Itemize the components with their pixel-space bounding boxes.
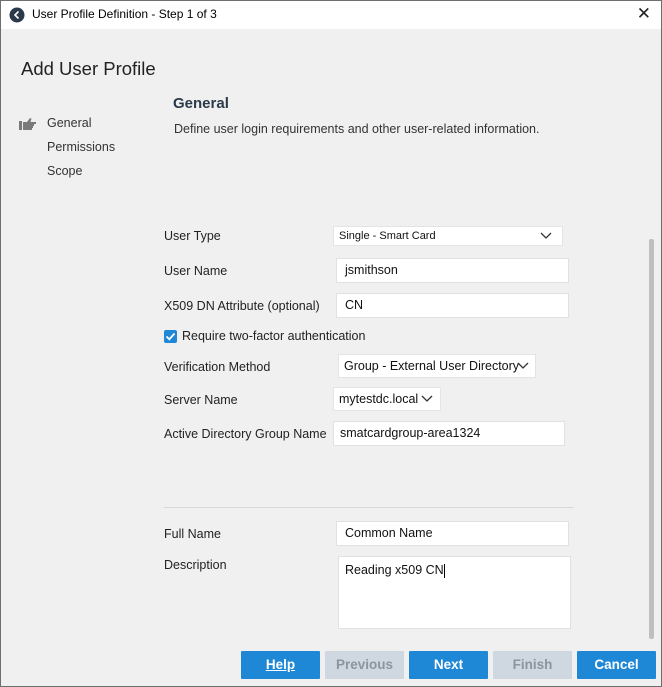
section-title: General [173, 95, 229, 112]
text-cursor [443, 563, 445, 578]
nav-item-general[interactable]: General [47, 116, 91, 130]
x509-input[interactable]: CN [336, 293, 569, 318]
description-label: Description [164, 558, 227, 572]
user-type-select[interactable]: Single - Smart Card [333, 226, 563, 246]
nav-item-permissions[interactable]: Permissions [47, 140, 115, 154]
dialog-content: Add User Profile General Permissions Sco… [1, 29, 661, 686]
nav-item-scope[interactable]: Scope [47, 164, 82, 178]
title-bar: User Profile Definition - Step 1 of 3 ✕ [1, 1, 661, 29]
pointing-hand-icon [19, 118, 36, 130]
server-name-label: Server Name [164, 393, 238, 407]
finish-button-label: Finish [512, 657, 553, 672]
previous-button[interactable]: Previous [325, 651, 404, 679]
server-name-value: mytestdc.local [339, 392, 419, 406]
cancel-button-label: Cancel [594, 657, 639, 672]
dialog-window: User Profile Definition - Step 1 of 3 ✕ … [0, 0, 662, 687]
previous-button-label: Previous [335, 657, 394, 672]
two-factor-checkbox[interactable] [164, 330, 177, 343]
full-name-input[interactable]: Common Name [336, 521, 569, 546]
ad-group-input[interactable]: smatcardgroup-area1324 [333, 421, 565, 446]
full-name-label: Full Name [164, 527, 221, 541]
user-type-label: User Type [164, 229, 221, 243]
scrollbar[interactable] [649, 239, 654, 639]
close-icon[interactable]: ✕ [637, 4, 651, 24]
section-divider [164, 507, 574, 508]
server-name-select[interactable]: mytestdc.local [333, 387, 441, 411]
verification-method-label: Verification Method [164, 360, 271, 374]
page-title: Add User Profile [21, 58, 156, 79]
two-factor-label[interactable]: Require two-factor authentication [182, 329, 365, 343]
checkmark-icon [165, 332, 176, 341]
chevron-down-icon [421, 395, 433, 402]
user-name-label: User Name [164, 264, 228, 278]
user-type-value: Single - Smart Card [339, 230, 436, 242]
next-button-label: Next [433, 657, 464, 672]
help-button-label: Help [265, 657, 296, 672]
x509-label: X509 DN Attribute (optional) [164, 299, 320, 313]
description-value: Reading x509 CN [345, 563, 444, 577]
app-icon [9, 7, 25, 23]
ad-group-label: Active Directory Group Name [164, 427, 327, 441]
next-button[interactable]: Next [409, 651, 488, 679]
chevron-down-icon [540, 232, 552, 239]
description-textarea[interactable]: Reading x509 CN [338, 556, 571, 629]
verification-method-value: Group - External User Directory [344, 359, 520, 373]
section-description: Define user login requirements and other… [174, 122, 540, 136]
cancel-button[interactable]: Cancel [577, 651, 656, 679]
user-name-input[interactable]: jsmithson [336, 258, 569, 283]
chevron-down-icon [517, 362, 529, 369]
window-title: User Profile Definition - Step 1 of 3 [32, 7, 217, 21]
help-button[interactable]: Help [241, 651, 320, 679]
verification-method-select[interactable]: Group - External User Directory [338, 354, 536, 378]
finish-button[interactable]: Finish [493, 651, 572, 679]
